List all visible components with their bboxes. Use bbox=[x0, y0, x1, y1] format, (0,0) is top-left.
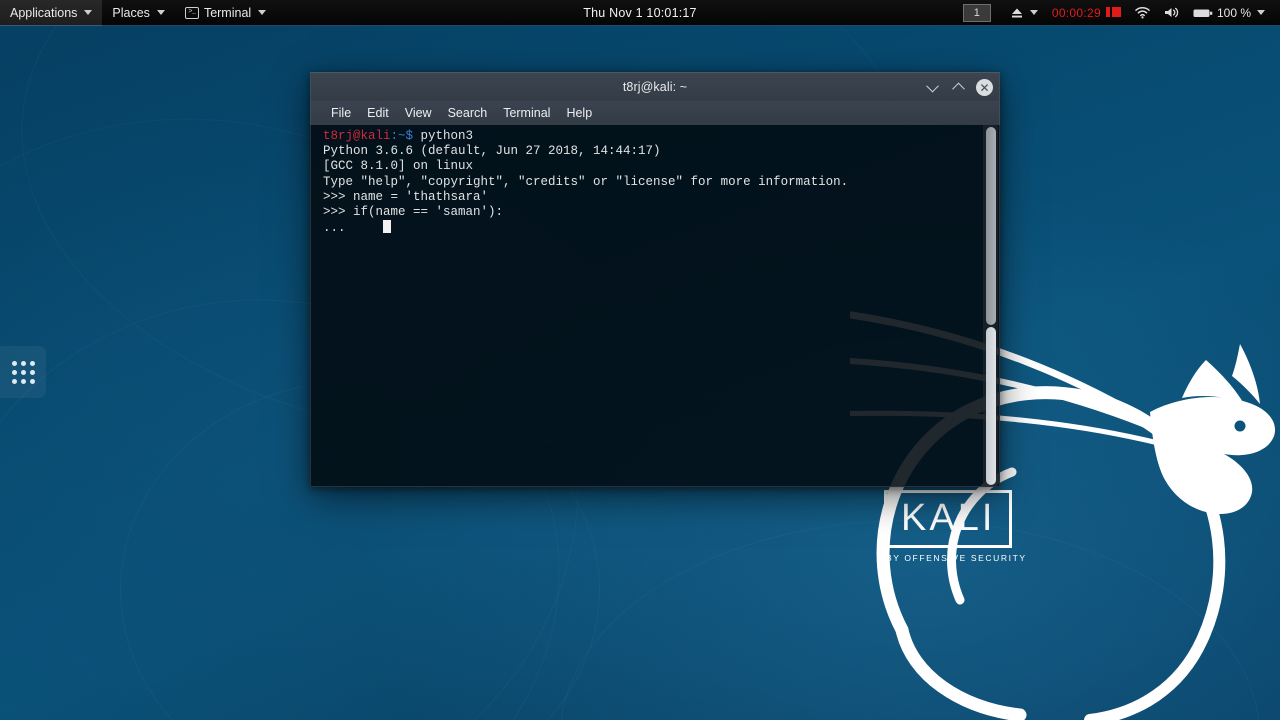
terminal-line: Python 3.6.6 (default, Jun 27 2018, 14:4… bbox=[323, 144, 661, 159]
terminal-output: t8rj@kali:~$ python3 Python 3.6.6 (defau… bbox=[323, 129, 977, 236]
chevron-down-icon bbox=[1029, 10, 1038, 15]
eject-menu[interactable] bbox=[1003, 0, 1045, 26]
wifi-button[interactable] bbox=[1128, 0, 1157, 26]
wifi-icon bbox=[1135, 7, 1150, 19]
menu-edit[interactable]: Edit bbox=[359, 104, 397, 122]
menu-places[interactable]: Places bbox=[102, 0, 175, 26]
close-button[interactable]: ✕ bbox=[976, 79, 993, 96]
terminal-title: t8rj@kali: ~ bbox=[622, 80, 688, 94]
window-controls: ✕ bbox=[924, 73, 993, 102]
terminal-line: ... bbox=[323, 221, 384, 236]
app-grid-icon[interactable] bbox=[0, 346, 46, 398]
chevron-down-icon bbox=[1257, 10, 1265, 15]
menu-help[interactable]: Help bbox=[558, 104, 600, 122]
chevron-down-icon bbox=[925, 79, 939, 93]
shell-command: python3 bbox=[413, 129, 474, 143]
recording-timer: 00:00:29 bbox=[1051, 5, 1101, 20]
terminal-window[interactable]: t8rj@kali: ~ ✕ File Edit View Search Ter… bbox=[310, 72, 1000, 487]
terminal-line: Type "help", "copyright", "credits" or "… bbox=[323, 174, 849, 189]
chevron-up-icon bbox=[951, 82, 965, 96]
chevron-down-icon bbox=[258, 10, 267, 15]
battery-percent: 100 % bbox=[1216, 5, 1251, 20]
places-label: Places bbox=[112, 5, 150, 20]
terminal-line: >>> name = 'thathsara' bbox=[323, 189, 489, 204]
terminal-line: >>> if(name == 'saman'): bbox=[323, 205, 504, 220]
text-cursor bbox=[383, 220, 392, 234]
menu-terminal-window[interactable]: >_ Terminal bbox=[175, 0, 276, 26]
terminal-menubar: File Edit View Search Terminal Help bbox=[310, 101, 1000, 125]
terminal-scrollbar[interactable] bbox=[983, 125, 998, 486]
menu-terminal[interactable]: Terminal bbox=[495, 104, 558, 122]
screen-recorder-indicator[interactable]: 00:00:29 bbox=[1045, 0, 1128, 26]
minimize-button[interactable] bbox=[924, 79, 940, 96]
app-grid-dots bbox=[11, 360, 35, 384]
menu-applications[interactable]: Applications bbox=[0, 0, 103, 26]
chevron-down-icon bbox=[84, 10, 93, 15]
top-panel: Applications Places >_ Terminal Thu Nov … bbox=[0, 0, 1280, 26]
menu-file[interactable]: File bbox=[323, 104, 359, 122]
battery-icon bbox=[1193, 9, 1213, 17]
chevron-down-icon bbox=[156, 10, 165, 15]
applications-label: Applications bbox=[10, 5, 78, 20]
terminal-line: [GCC 8.1.0] on linux bbox=[323, 159, 474, 174]
recording-indicator-icon bbox=[1105, 6, 1121, 20]
scrollbar-thumb-lower[interactable] bbox=[986, 327, 996, 485]
clock[interactable]: Thu Nov 1 10:01:17 bbox=[583, 6, 696, 20]
terminal-screen[interactable]: t8rj@kali:~$ python3 Python 3.6.6 (defau… bbox=[310, 125, 1000, 487]
scrollbar-thumb-upper[interactable] bbox=[986, 127, 996, 325]
volume-icon bbox=[1164, 7, 1179, 18]
close-icon: ✕ bbox=[979, 80, 990, 95]
wallpaper-swirl bbox=[560, 520, 1260, 720]
eject-icon bbox=[1011, 8, 1022, 17]
menu-search[interactable]: Search bbox=[440, 104, 496, 122]
workspace-switcher[interactable]: 1 bbox=[962, 3, 991, 22]
terminal-titlebar[interactable]: t8rj@kali: ~ ✕ bbox=[310, 72, 1000, 101]
menu-view[interactable]: View bbox=[397, 104, 440, 122]
maximize-button[interactable] bbox=[950, 80, 966, 96]
shell-prompt-path: :~$ bbox=[390, 129, 414, 143]
battery-button[interactable]: 100 % bbox=[1186, 0, 1272, 26]
volume-button[interactable] bbox=[1157, 0, 1186, 26]
shell-prompt-user: t8rj@kali bbox=[323, 129, 391, 143]
terminal-window-label: Terminal bbox=[203, 5, 252, 20]
terminal-icon: >_ bbox=[184, 6, 199, 19]
workspace-number: 1 bbox=[973, 6, 980, 19]
system-tray: 1 00:00:29 100 % bbox=[962, 0, 1280, 26]
